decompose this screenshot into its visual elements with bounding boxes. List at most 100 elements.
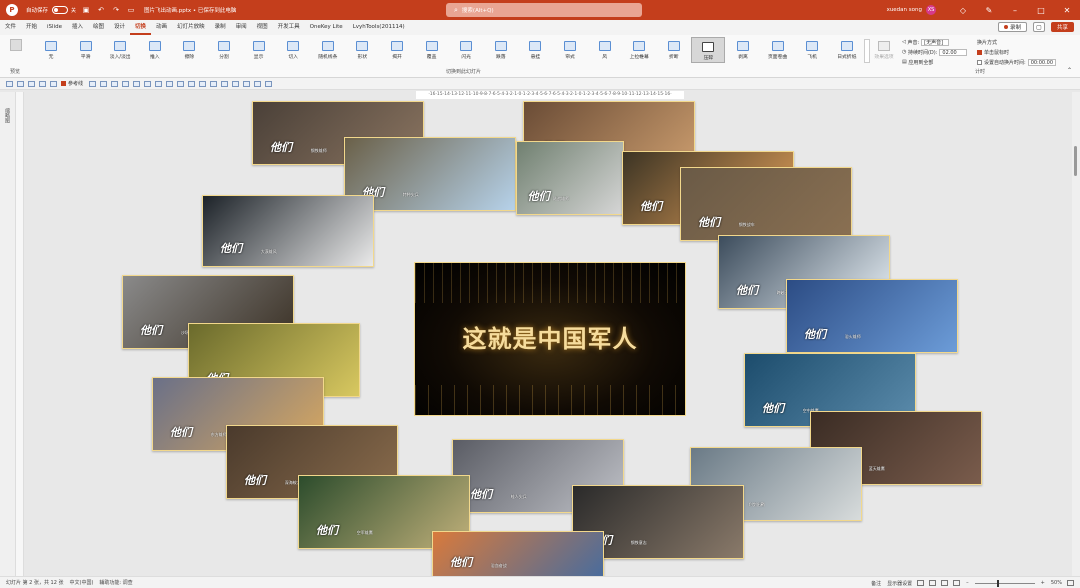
sorter-view-icon[interactable] xyxy=(929,580,937,586)
transition-17[interactable]: 上拉帷幕 xyxy=(622,37,656,63)
transition-4[interactable]: 擦除 xyxy=(172,37,206,63)
tab-design[interactable]: 设计 xyxy=(109,20,130,35)
align-right-icon[interactable] xyxy=(111,80,119,87)
tab-view[interactable]: 视图 xyxy=(252,20,273,35)
tab-transitions[interactable]: 切换 xyxy=(130,20,152,35)
transition-19[interactable]: 压碎 xyxy=(691,37,726,63)
document-title[interactable]: 图片飞出动画.pptx • 已保存到此电脑 xyxy=(144,6,236,14)
tab-animations[interactable]: 动画 xyxy=(151,20,172,35)
transition-5[interactable]: 分割 xyxy=(207,37,241,63)
picture-icon[interactable] xyxy=(199,80,207,87)
photo-card[interactable]: 他们 钢铁战车 xyxy=(680,167,852,241)
maximize-icon[interactable]: □ xyxy=(1028,0,1054,20)
bring-forward-icon[interactable] xyxy=(232,80,240,87)
fill-icon[interactable] xyxy=(28,80,35,87)
send-backward-icon[interactable] xyxy=(243,80,251,87)
duration-field[interactable]: 02.00 xyxy=(939,48,968,56)
diamond-icon[interactable]: ◇ xyxy=(950,0,976,20)
tab-lvyhtools[interactable]: LvyhTools(201114) xyxy=(348,20,410,35)
crop-icon[interactable] xyxy=(188,80,196,87)
more-icon[interactable] xyxy=(265,80,273,87)
photo-card[interactable]: 他们 浴血奋战 xyxy=(432,531,604,576)
save-icon[interactable]: ▣ xyxy=(81,5,91,15)
minimize-icon[interactable]: – xyxy=(1002,0,1028,20)
tab-insert[interactable]: 插入 xyxy=(67,20,88,35)
tab-review[interactable]: 审阅 xyxy=(231,20,252,35)
transition-14[interactable]: 悬挂 xyxy=(518,37,552,63)
transition-8[interactable]: 随机线条 xyxy=(311,37,345,63)
align-center-icon[interactable] xyxy=(100,80,108,87)
transition-0[interactable]: 无 xyxy=(34,37,68,63)
outline-icon[interactable] xyxy=(39,80,46,87)
transition-11[interactable]: 覆盖 xyxy=(415,37,449,63)
tab-record[interactable]: 录制 xyxy=(210,20,231,35)
user-name[interactable]: xuedan song xyxy=(887,7,922,13)
group-icon[interactable] xyxy=(166,80,174,87)
format-icon[interactable] xyxy=(6,80,13,87)
transition-23[interactable]: 日式折纸 xyxy=(830,37,864,63)
display-settings-button[interactable]: 显示器设置 xyxy=(887,580,912,587)
normal-view-icon[interactable] xyxy=(917,580,925,586)
transition-16[interactable]: 风 xyxy=(588,37,622,63)
transition-6[interactable]: 显示 xyxy=(242,37,276,63)
apply-all-button[interactable]: 应用到全部 xyxy=(908,59,933,66)
zoom-out-icon[interactable]: – xyxy=(966,580,969,586)
reading-view-icon[interactable] xyxy=(941,580,949,586)
align-top-icon[interactable] xyxy=(122,80,130,87)
comment-icon[interactable]: ▢ xyxy=(1032,22,1045,32)
sound-select[interactable]: [无声音] xyxy=(921,38,950,46)
slideshow-view-icon[interactable] xyxy=(953,580,961,586)
avatar[interactable]: XS xyxy=(926,5,936,15)
tab-onekey[interactable]: OneKey Lite xyxy=(305,20,348,35)
photo-card[interactable]: 他们 陆战雄师 xyxy=(516,141,624,215)
transition-9[interactable]: 形状 xyxy=(345,37,379,63)
transition-2[interactable]: 淡入/淡出 xyxy=(103,37,137,63)
tab-islide[interactable]: iSlide xyxy=(42,20,67,35)
effect-options-button[interactable]: 效果选项 xyxy=(872,37,896,60)
transition-1[interactable]: 平滑 xyxy=(69,37,103,63)
record-button[interactable]: 录制 xyxy=(997,22,1027,32)
collapse-ribbon-icon[interactable]: ⌃ xyxy=(1067,67,1072,74)
transition-7[interactable]: 切入 xyxy=(276,37,310,63)
notes-button[interactable]: 备注 xyxy=(871,580,881,587)
thumbnail-pane[interactable]: 缩略图 xyxy=(0,92,16,576)
tab-developer[interactable]: 开发工具 xyxy=(273,20,305,35)
on-click-checkbox[interactable] xyxy=(977,49,982,55)
undo-icon[interactable]: ↶ xyxy=(96,5,106,15)
tab-home[interactable]: 开始 xyxy=(21,20,42,35)
transition-15[interactable]: 帘式 xyxy=(553,37,587,63)
scroll-thumb[interactable] xyxy=(1074,146,1077,176)
ungroup-icon[interactable] xyxy=(177,80,185,87)
tab-slideshow[interactable]: 幻灯片放映 xyxy=(172,20,210,35)
preview-button[interactable] xyxy=(4,37,28,53)
transition-20[interactable]: 剥离 xyxy=(726,37,760,63)
autosave-toggle[interactable] xyxy=(52,6,69,14)
present-icon[interactable]: ▭ xyxy=(126,5,136,15)
accessibility-status[interactable]: 辅助功能: 调查 xyxy=(99,579,132,586)
transition-3[interactable]: 推入 xyxy=(138,37,172,63)
photo-card[interactable]: 他们 浴火雄师 xyxy=(786,279,958,353)
share-button[interactable]: 共享 xyxy=(1050,22,1074,32)
zoom-level[interactable]: 50% xyxy=(1051,580,1062,586)
align-middle-icon[interactable] xyxy=(133,80,141,87)
photo-card[interactable]: 他们 大漠雄风 xyxy=(202,195,374,267)
zoom-in-icon[interactable]: + xyxy=(1041,580,1045,586)
text-icon[interactable] xyxy=(17,80,24,87)
center-title-card[interactable]: 这就是中国军人 xyxy=(414,262,686,416)
redo-icon[interactable]: ↷ xyxy=(111,5,121,15)
transition-21[interactable]: 页面卷曲 xyxy=(761,37,795,63)
gallery-scroll[interactable] xyxy=(864,39,870,63)
shape-icon[interactable] xyxy=(50,80,57,87)
align-bottom-icon[interactable] xyxy=(144,80,152,87)
transition-13[interactable]: 跌落 xyxy=(484,37,518,63)
search-box[interactable]: ⌕ 搜索(Alt+Q) xyxy=(446,3,642,17)
auto-advance-checkbox[interactable] xyxy=(977,59,982,65)
tab-file[interactable]: 文件 xyxy=(0,20,21,35)
vertical-scrollbar[interactable] xyxy=(1072,92,1080,576)
zoom-slider[interactable] xyxy=(974,579,1035,587)
rotate-icon[interactable] xyxy=(210,80,218,87)
align-left-icon[interactable] xyxy=(89,80,97,87)
guides-checkbox[interactable] xyxy=(61,81,66,86)
transition-12[interactable]: 闪光 xyxy=(449,37,483,63)
flip-icon[interactable] xyxy=(221,80,229,87)
